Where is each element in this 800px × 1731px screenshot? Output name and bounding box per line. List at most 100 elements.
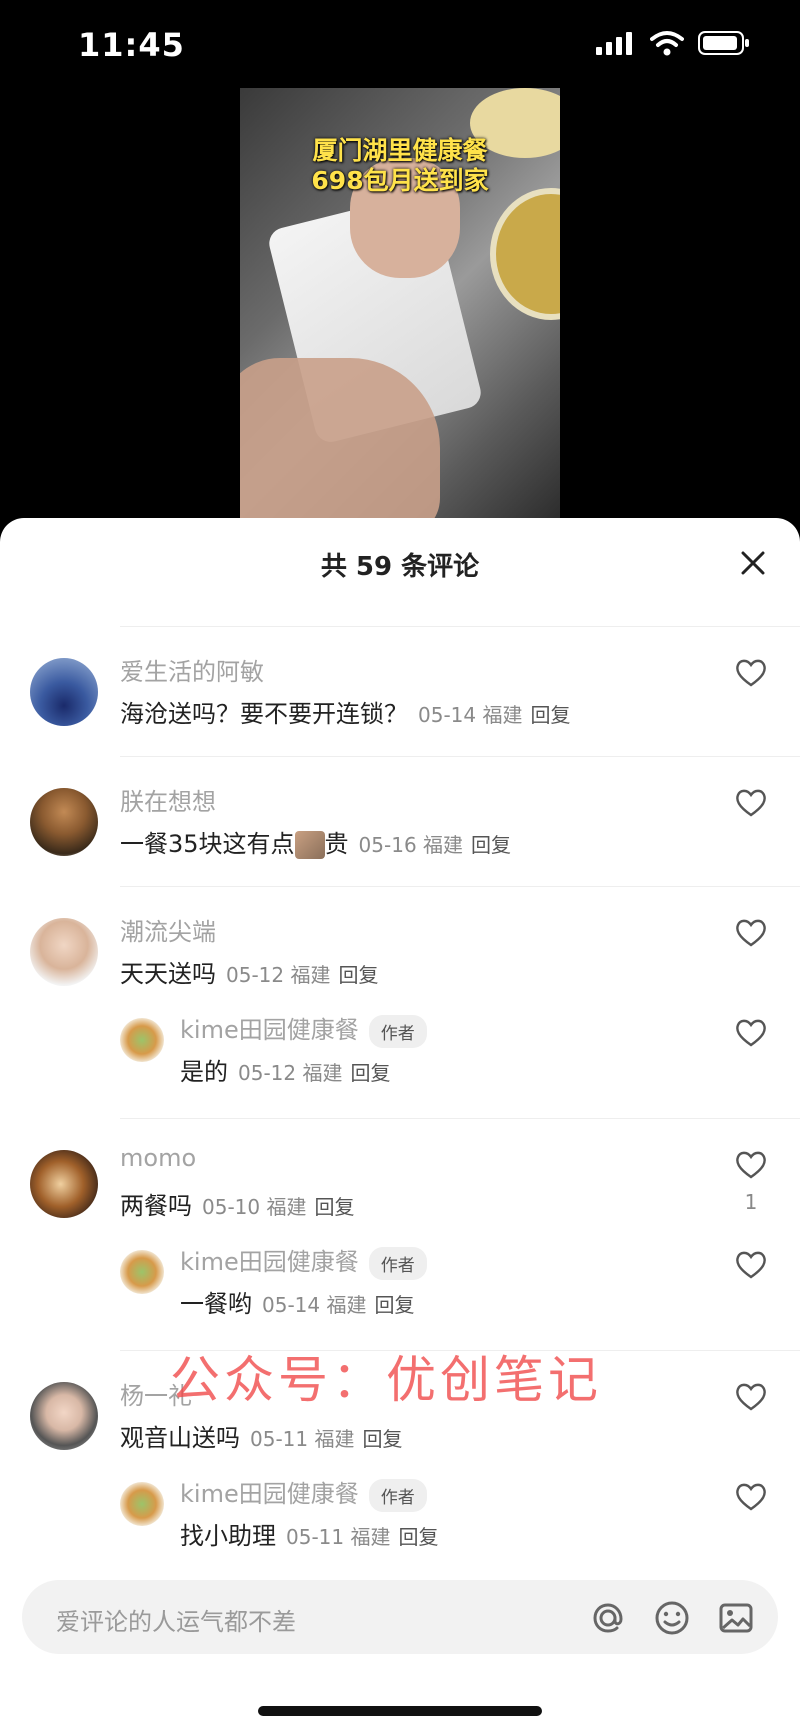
reply-text-line: 是的 05-12 福建 回复 xyxy=(180,1052,390,1087)
avatar[interactable] xyxy=(30,658,98,726)
reply-date: 05-14 xyxy=(262,1293,321,1317)
heart-icon[interactable] xyxy=(734,1016,768,1050)
video-player[interactable]: 厦门湖里健康餐 698包月送到家 xyxy=(240,88,560,520)
reply-author-line: kime田园健康餐 作者 xyxy=(180,1474,427,1512)
comment-text-suffix: 贵 xyxy=(324,830,349,858)
battery-icon xyxy=(698,31,749,55)
comment-item[interactable]: 爱生活的阿敏 海沧送吗？要不要开连锁？ 05-14 福建 回复 xyxy=(0,626,800,756)
heart-icon[interactable] xyxy=(734,656,768,690)
comment-input-placeholder: 爱评论的人运气都不差 xyxy=(56,1608,296,1636)
comment-meta: 05-14 福建 回复 xyxy=(418,703,570,727)
reply-button[interactable]: 回复 xyxy=(398,1525,438,1549)
sticker-emoji xyxy=(294,831,325,859)
comment-text-line: 观音山送吗 05-11 福建 回复 xyxy=(120,1418,402,1453)
comment-meta: 05-10 福建 回复 xyxy=(202,1195,354,1219)
reply-button[interactable]: 回复 xyxy=(314,1195,354,1219)
comment-region: 福建 xyxy=(290,963,331,987)
heart-icon[interactable] xyxy=(734,1380,768,1414)
comment-text-line: 天天送吗 05-12 福建 回复 xyxy=(120,954,378,989)
reply-text-line: 找小助理 05-11 福建 回复 xyxy=(180,1516,438,1551)
reply-author[interactable]: kime田园健康餐 xyxy=(180,1248,359,1276)
signal-icon xyxy=(596,32,632,55)
reply-meta: 05-14 福建 回复 xyxy=(262,1293,414,1317)
reply-button[interactable]: 回复 xyxy=(530,703,570,727)
comment-meta: 05-11 福建 回复 xyxy=(250,1427,402,1451)
avatar[interactable] xyxy=(30,1150,98,1218)
comment-item[interactable]: 潮流尖端 天天送吗 05-12 福建 回复 kime田园健康餐 作者 是的 05-12 … xyxy=(0,886,800,1118)
watermark-text: 公众号：优创笔记 xyxy=(170,1351,602,1409)
avatar[interactable] xyxy=(30,918,98,986)
home-indicator[interactable] xyxy=(258,1706,542,1716)
reply-button[interactable]: 回复 xyxy=(338,963,378,987)
reply-date: 05-12 xyxy=(238,1061,297,1085)
comment-author[interactable]: 朕在想想 xyxy=(120,782,216,817)
comment-text: 一餐35块这有点 xyxy=(120,830,295,858)
comment-text-line: 一餐35块这有点 贵 05-16 福建 回复 xyxy=(120,824,511,859)
close-icon[interactable] xyxy=(736,546,770,580)
comment-date: 05-14 xyxy=(418,703,477,727)
author-badge: 作者 xyxy=(368,1014,427,1048)
comment-author[interactable]: momo xyxy=(120,1144,196,1172)
wifi-icon xyxy=(650,31,684,56)
video-caption-line1: 厦门湖里健康餐 xyxy=(312,136,488,165)
comment-text-line: 海沧送吗？要不要开连锁？ 05-14 福建 回复 xyxy=(120,694,570,729)
reply-date: 05-11 xyxy=(286,1525,345,1549)
reply-region: 福建 xyxy=(350,1525,391,1549)
status-time: 11:45 xyxy=(78,26,185,64)
reply-region: 福建 xyxy=(302,1061,343,1085)
author-avatar[interactable] xyxy=(120,1250,164,1294)
reply-button[interactable]: 回复 xyxy=(350,1061,390,1085)
reply-region: 福建 xyxy=(326,1293,367,1317)
heart-icon[interactable] xyxy=(734,1248,768,1282)
video-caption-line2: 698包月送到家 xyxy=(311,166,489,195)
comment-author[interactable]: 潮流尖端 xyxy=(120,912,216,947)
reply-meta: 05-11 福建 回复 xyxy=(286,1525,438,1549)
at-icon[interactable] xyxy=(588,1598,628,1638)
reply-button[interactable]: 回复 xyxy=(374,1293,414,1317)
reply-text-line: 一餐哟 05-14 福建 回复 xyxy=(180,1284,414,1319)
heart-icon[interactable] xyxy=(734,1148,768,1182)
comment-date: 05-12 xyxy=(226,963,285,987)
reply-author-line: kime田园健康餐 作者 xyxy=(180,1242,427,1280)
comment-text: 天天送吗 xyxy=(120,960,216,988)
reply-text: 找小助理 xyxy=(180,1522,276,1550)
reply-text: 是的 xyxy=(180,1058,228,1086)
avatar[interactable] xyxy=(30,1382,98,1450)
comment-meta: 05-12 福建 回复 xyxy=(226,963,378,987)
comment-text: 两餐吗 xyxy=(120,1192,192,1220)
comment-text-line: 两餐吗 05-10 福建 回复 xyxy=(120,1186,354,1221)
comment-meta: 05-16 福建 回复 xyxy=(359,833,511,857)
comment-region: 福建 xyxy=(423,833,464,857)
video-caption: 厦门湖里健康餐 698包月送到家 xyxy=(240,136,560,196)
comment-text: 海沧送吗？要不要开连锁？ xyxy=(120,700,408,728)
heart-icon[interactable] xyxy=(734,916,768,950)
avatar[interactable] xyxy=(30,788,98,856)
image-icon[interactable] xyxy=(716,1598,756,1638)
video-hand-bottom xyxy=(240,358,440,520)
author-badge: 作者 xyxy=(368,1246,427,1280)
heart-icon[interactable] xyxy=(734,1480,768,1514)
author-avatar[interactable] xyxy=(120,1018,164,1062)
reply-author[interactable]: kime田园健康餐 xyxy=(180,1016,359,1044)
heart-icon[interactable] xyxy=(734,786,768,820)
comment-count-title: 共 59 条评论 xyxy=(320,552,480,582)
comment-item[interactable]: 朕在想想 一餐35块这有点 贵 05-16 福建 回复 xyxy=(0,756,800,886)
emoji-icon[interactable] xyxy=(652,1598,692,1638)
comment-date: 05-16 xyxy=(358,833,417,857)
comment-author[interactable]: 爱生活的阿敏 xyxy=(120,652,264,687)
reply-text: 一餐哟 xyxy=(180,1290,252,1318)
like-count: 1 xyxy=(744,1190,758,1214)
comment-date: 05-11 xyxy=(250,1427,309,1451)
comment-text: 观音山送吗 xyxy=(120,1424,240,1452)
author-avatar[interactable] xyxy=(120,1482,164,1526)
comment-item[interactable]: momo 两餐吗 05-10 福建 回复 1 kime田园健康餐 作者 一餐哟 05-1… xyxy=(0,1118,800,1350)
reply-author[interactable]: kime田园健康餐 xyxy=(180,1480,359,1508)
reply-button[interactable]: 回复 xyxy=(471,833,511,857)
comment-date: 05-10 xyxy=(202,1195,261,1219)
author-badge: 作者 xyxy=(368,1478,427,1512)
comment-input[interactable]: 爱评论的人运气都不差 xyxy=(22,1580,778,1654)
comment-region: 福建 xyxy=(482,703,523,727)
reply-author-line: kime田园健康餐 作者 xyxy=(180,1010,427,1048)
video-bowl xyxy=(490,188,560,320)
reply-button[interactable]: 回复 xyxy=(362,1427,402,1451)
